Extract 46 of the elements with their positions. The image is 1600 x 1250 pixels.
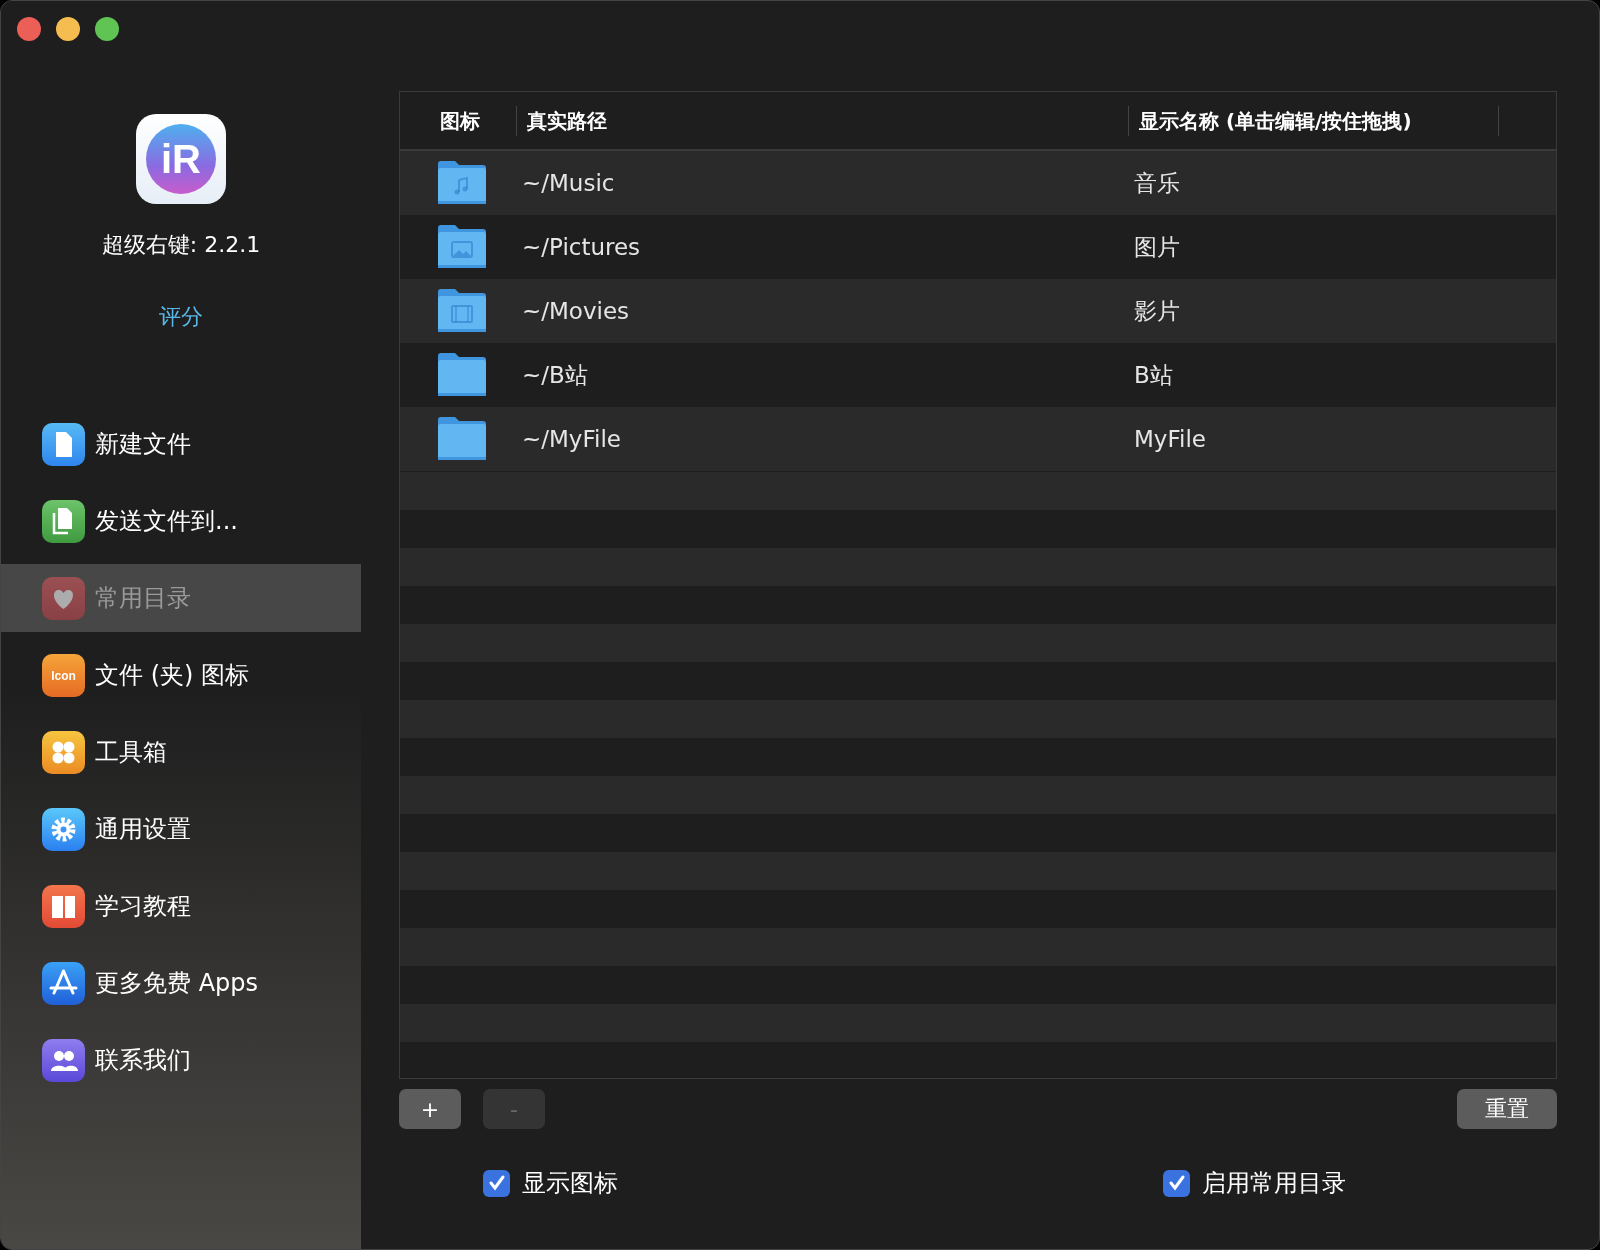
app-store-icon (42, 961, 85, 1005)
add-button[interactable]: + (399, 1089, 461, 1129)
column-header[interactable]: 显示名称 (单击编辑/按住拖拽) (1128, 105, 1498, 136)
book-icon (42, 884, 85, 928)
path-cell-text: ~/Movies (521, 298, 631, 324)
app-version: 超级右键: 2.2.1 (101, 231, 261, 259)
path-cell-text: ~/B站 (521, 360, 589, 390)
rate-link[interactable]: 评分 (159, 302, 203, 332)
zoom-button[interactable] (95, 17, 119, 41)
name-cell[interactable]: 图片 (1116, 231, 1556, 263)
close-button[interactable] (17, 17, 41, 41)
music-folder-icon (436, 160, 488, 206)
clover-icon (42, 730, 85, 774)
checkbox-label: 启用常用目录 (1202, 1168, 1346, 1199)
reset-button[interactable]: 重置 (1457, 1089, 1557, 1129)
checkbox-label: 显示图标 (522, 1168, 618, 1199)
path-cell-text: ~/Pictures (521, 234, 642, 260)
checkbox[interactable] (1163, 1169, 1190, 1197)
copy-icon (42, 499, 85, 543)
folder-icon (436, 352, 488, 398)
minimize-button[interactable] (56, 17, 80, 41)
sidebar-item[interactable]: Icon 文件 (夹) 图标 (1, 641, 361, 709)
name-cell[interactable]: B站 (1116, 359, 1556, 391)
path-cell-text: ~/MyFile (521, 426, 622, 452)
name-cell[interactable]: 影片 (1116, 295, 1556, 327)
logo-text: iR (146, 124, 216, 194)
movies-folder-icon (436, 288, 488, 334)
icon-badge: Icon (42, 653, 85, 697)
path-cell-text: ~/Music (521, 170, 616, 196)
sidebar-item[interactable]: 新建文件 (1, 410, 361, 478)
sidebar-item[interactable]: 发送文件到... (1, 487, 361, 555)
sidebar-item[interactable]: 学习教程 (1, 872, 361, 940)
people-icon (42, 1038, 85, 1082)
checkbox[interactable] (483, 1169, 510, 1197)
sidebar-item[interactable]: 联系我们 (1, 1026, 361, 1094)
name-cell[interactable]: 音乐 (1116, 167, 1556, 199)
column-header[interactable]: 图标 (400, 105, 516, 136)
sidebar-item[interactable]: 工具箱 (1, 718, 361, 786)
sidebar-item[interactable]: 通用设置 (1, 795, 361, 863)
column-header[interactable]: 真实路径 (516, 105, 1128, 136)
settings-icon (42, 807, 85, 851)
name-cell[interactable]: MyFile (1116, 426, 1556, 452)
pictures-folder-icon (436, 224, 488, 270)
folder-icon (436, 416, 488, 462)
document-icon (42, 422, 85, 466)
sidebar-item[interactable]: 更多免费 Apps (1, 949, 361, 1017)
